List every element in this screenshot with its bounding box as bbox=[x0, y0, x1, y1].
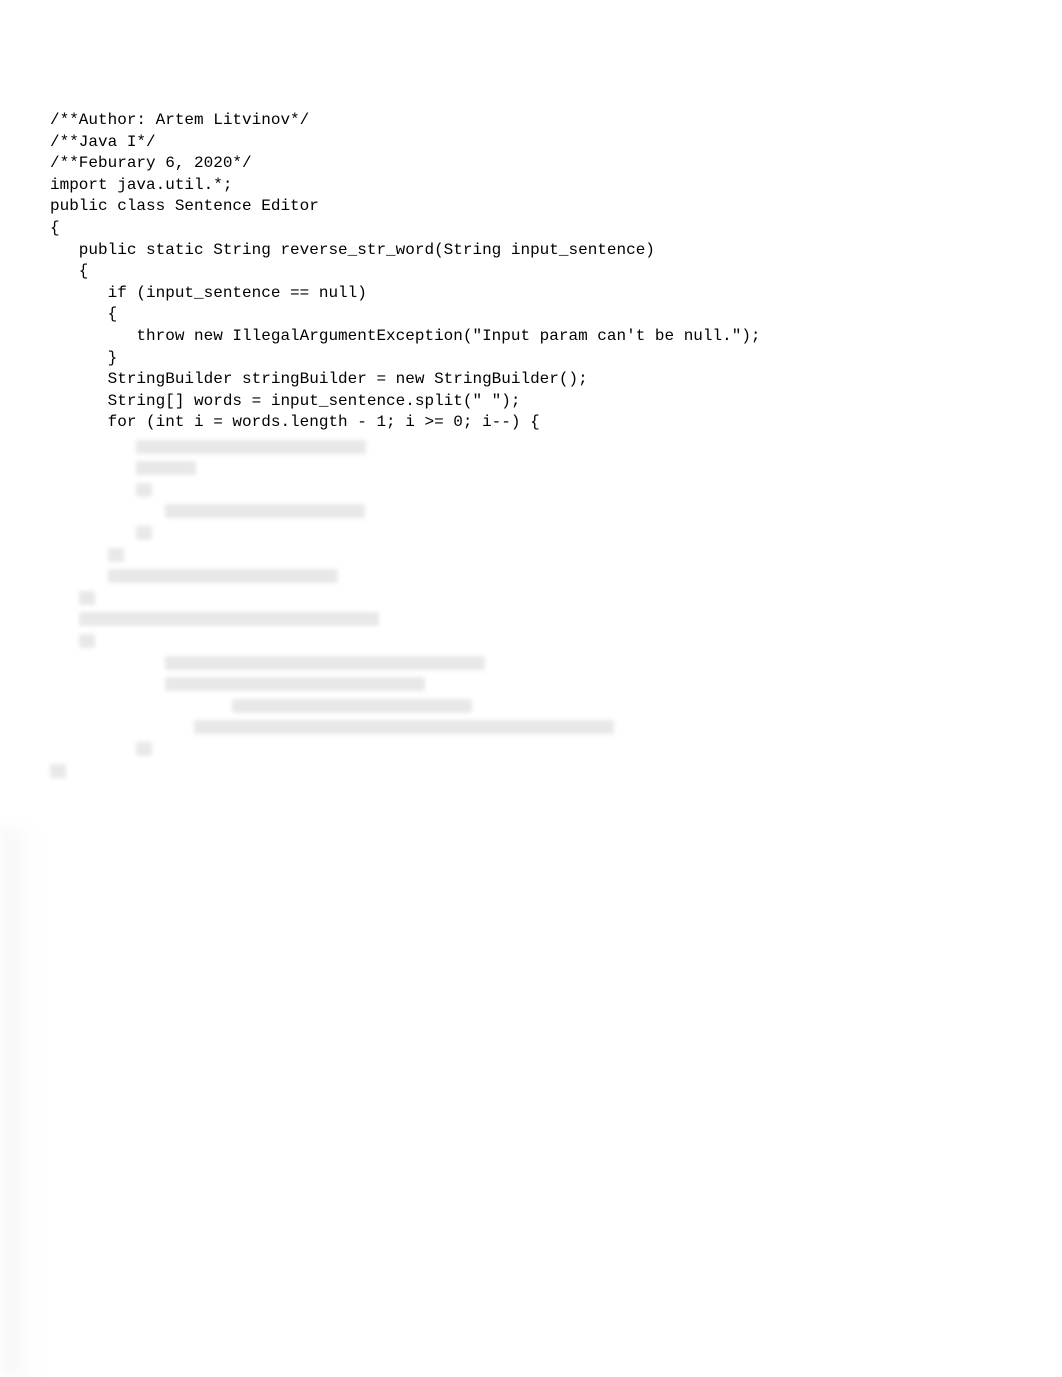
blur-indent bbox=[50, 673, 165, 695]
blur-segment bbox=[165, 504, 365, 518]
page-shadow-left bbox=[0, 827, 40, 1377]
blur-indent bbox=[50, 436, 136, 458]
blur-segment bbox=[136, 483, 152, 497]
blurred-line bbox=[50, 544, 1012, 566]
blurred-line bbox=[50, 760, 1012, 782]
blurred-line bbox=[50, 565, 1012, 587]
blur-segment bbox=[79, 634, 95, 648]
blur-segment bbox=[79, 591, 95, 605]
code-line: { bbox=[50, 261, 1012, 283]
blurred-line bbox=[50, 458, 1012, 480]
blurred-code-region bbox=[50, 436, 1012, 782]
code-line: import java.util.*; bbox=[50, 175, 1012, 197]
code-line: throw new IllegalArgumentException("Inpu… bbox=[50, 326, 1012, 348]
blur-indent bbox=[50, 479, 136, 501]
blur-indent bbox=[50, 738, 136, 760]
blurred-line bbox=[50, 652, 1012, 674]
blur-segment bbox=[232, 699, 472, 713]
blurred-line bbox=[50, 738, 1012, 760]
blur-indent bbox=[50, 501, 165, 523]
blur-segment bbox=[108, 548, 124, 562]
blur-indent bbox=[50, 522, 136, 544]
blur-indent bbox=[50, 695, 232, 717]
blurred-line bbox=[50, 717, 1012, 739]
blur-indent bbox=[50, 717, 194, 739]
code-line: /**Java I*/ bbox=[50, 132, 1012, 154]
code-line: if (input_sentence == null) bbox=[50, 283, 1012, 305]
blurred-line bbox=[50, 609, 1012, 631]
blur-segment bbox=[108, 569, 338, 583]
blur-segment bbox=[136, 440, 366, 454]
blur-segment bbox=[165, 656, 485, 670]
blur-indent bbox=[50, 565, 108, 587]
code-block: /**Author: Artem Litvinov*//**Java I*//*… bbox=[50, 110, 1012, 434]
blur-indent bbox=[50, 587, 79, 609]
code-line: { bbox=[50, 218, 1012, 240]
code-line: public static String reverse_str_word(St… bbox=[50, 240, 1012, 262]
code-line: /**Feburary 6, 2020*/ bbox=[50, 153, 1012, 175]
blur-indent bbox=[50, 544, 108, 566]
code-line: public class Sentence Editor bbox=[50, 196, 1012, 218]
code-line: StringBuilder stringBuilder = new String… bbox=[50, 369, 1012, 391]
blur-segment bbox=[136, 742, 152, 756]
code-line: /**Author: Artem Litvinov*/ bbox=[50, 110, 1012, 132]
blur-indent bbox=[50, 458, 136, 480]
blurred-line bbox=[50, 522, 1012, 544]
blurred-line bbox=[50, 501, 1012, 523]
blurred-line bbox=[50, 436, 1012, 458]
blurred-line bbox=[50, 673, 1012, 695]
blurred-line bbox=[50, 479, 1012, 501]
blur-segment bbox=[136, 526, 152, 540]
blur-segment bbox=[79, 612, 379, 626]
blur-indent bbox=[50, 630, 79, 652]
code-line: } bbox=[50, 348, 1012, 370]
blur-indent bbox=[50, 652, 165, 674]
blurred-line bbox=[50, 695, 1012, 717]
code-line: { bbox=[50, 304, 1012, 326]
blur-segment bbox=[194, 720, 614, 734]
blur-indent bbox=[50, 609, 79, 631]
code-line: for (int i = words.length - 1; i >= 0; i… bbox=[50, 412, 1012, 434]
blur-segment bbox=[165, 677, 425, 691]
blurred-line bbox=[50, 630, 1012, 652]
code-line: String[] words = input_sentence.split(" … bbox=[50, 391, 1012, 413]
blur-segment bbox=[50, 764, 66, 778]
blur-segment bbox=[136, 461, 196, 475]
blurred-line bbox=[50, 587, 1012, 609]
